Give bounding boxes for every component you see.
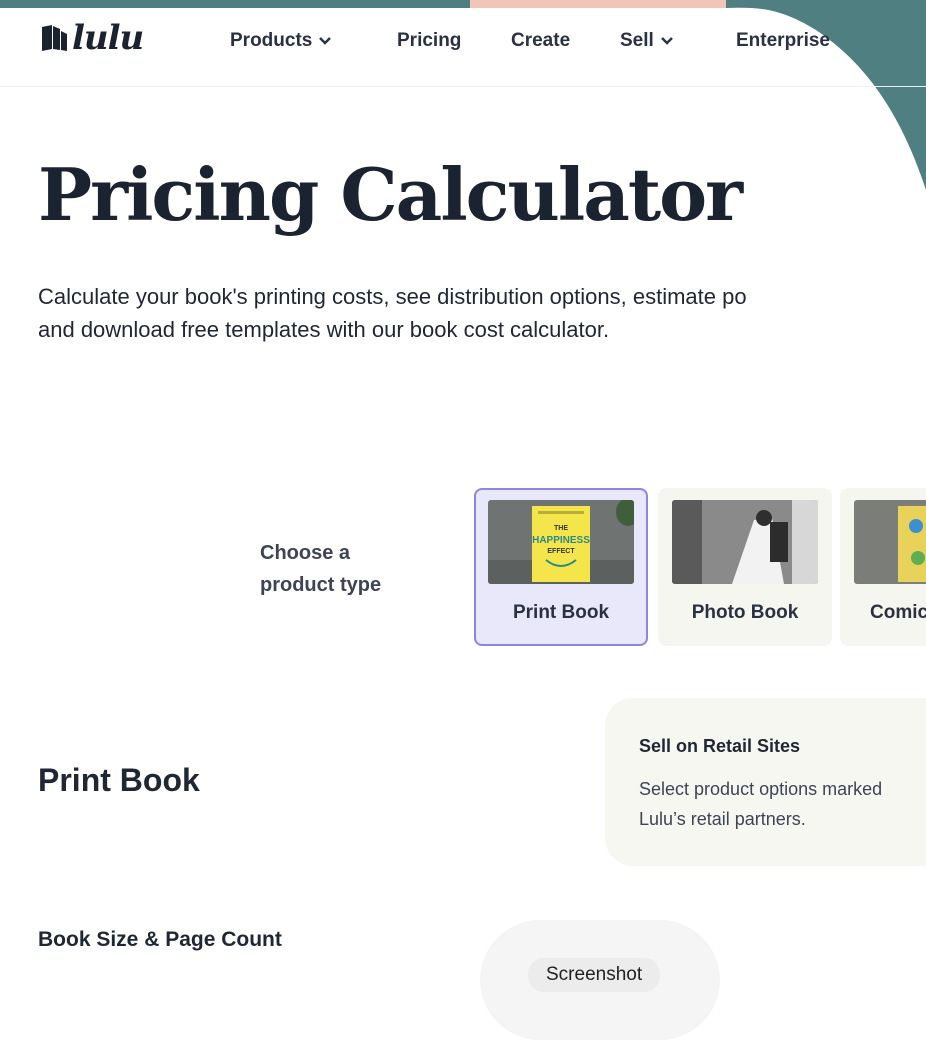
nav-pricing[interactable]: Pricing (397, 30, 461, 52)
nav-products-label: Products (230, 30, 313, 51)
photo-book-label: Photo Book (691, 602, 799, 623)
product-type-prompt: Choose a product type (260, 537, 381, 601)
prompt-line-1: Choose a (260, 542, 351, 564)
nav-create[interactable]: Create (511, 30, 570, 52)
retail-info-panel: Sell on Retail Sites Select product opti… (605, 698, 926, 866)
retail-title: Sell on Retail Sites (639, 736, 801, 756)
photo-book-image (672, 500, 818, 584)
book-cover-text-2: HAPPINESS (532, 535, 590, 546)
retail-body: Select product options marked Lulu’s ret… (639, 774, 926, 834)
nav-enterprise[interactable]: Enterprise (736, 30, 830, 52)
header-teal-band (0, 0, 470, 8)
product-type-cards: THE HAPPINESS EFFECT Print Book Photo Bo… (474, 488, 926, 650)
book-size-heading: Book Size & Page Count (38, 928, 282, 951)
screenshot-tooltip[interactable]: Screenshot (528, 958, 661, 992)
retail-line-2: Lulu’s retail partners. (639, 809, 806, 829)
product-card-print-book[interactable]: THE HAPPINESS EFFECT Print Book (474, 488, 648, 646)
nav-sell-label: Sell (620, 30, 654, 51)
prompt-line-2: product type (260, 574, 382, 596)
chevron-down-icon (660, 37, 673, 45)
lulu-logo[interactable]: lulu (40, 18, 144, 58)
nav-pricing-label: Pricing (397, 30, 462, 51)
book-cover-text-1: THE (554, 525, 568, 532)
subtitle-line-1: Calculate your book's printing costs, se… (38, 284, 747, 309)
chevron-down-icon (319, 37, 332, 45)
comic-book-image (854, 500, 926, 584)
nav-enterprise-label: Enterprise (736, 30, 830, 51)
logo-wordmark: lulu (72, 18, 144, 58)
retail-line-1: Select product options marked (639, 779, 883, 799)
lulu-book-icon (42, 25, 67, 51)
top-navigation: lulu Products Pricing Create Sell Enterp… (0, 8, 926, 87)
nav-products[interactable]: Products (230, 30, 332, 52)
print-book-image: THE HAPPINESS EFFECT (488, 500, 634, 584)
product-card-comic[interactable]: Comic (840, 488, 926, 646)
page-title: Pricing Calculator (38, 152, 743, 237)
comic-label: Comic (870, 602, 926, 623)
subtitle-line-2: and download free templates with our boo… (38, 317, 610, 342)
print-book-label: Print Book (512, 602, 610, 623)
book-cover-text-3: EFFECT (547, 548, 575, 555)
nav-sell[interactable]: Sell (620, 30, 674, 52)
product-card-photo-book[interactable]: Photo Book (658, 488, 832, 646)
nav-create-label: Create (511, 30, 571, 51)
section-title-print-book: Print Book (38, 762, 200, 798)
page-subtitle: Calculate your book's printing costs, se… (38, 280, 926, 346)
